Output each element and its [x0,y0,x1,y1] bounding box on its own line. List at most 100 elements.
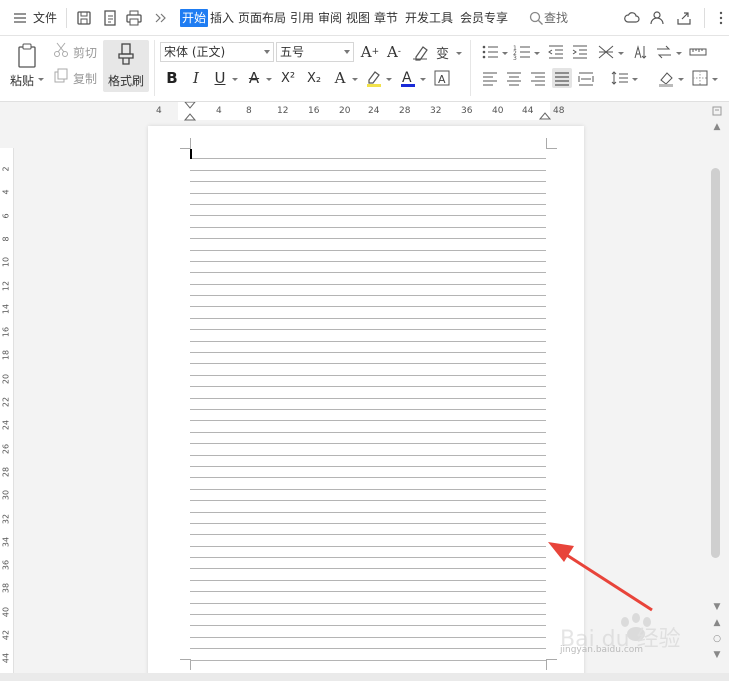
strikethrough-button[interactable]: A [244,68,264,88]
vertical-scrollbar[interactable]: ▲ ▼ ▲ ○ ▼ [709,102,729,681]
cloud-sync-icon[interactable] [622,8,642,28]
scroll-down-icon[interactable]: ▼ [712,602,722,612]
align-center-icon[interactable] [504,68,524,88]
select-browse-object-icon[interactable]: ○ [712,634,722,644]
numbered-dropdown-arrow[interactable] [534,52,540,55]
format-painter-button[interactable]: 格式刷 [103,40,149,92]
ruler-tick: 42 [1,629,11,641]
scrollbar-thumb[interactable] [711,168,720,558]
search-label[interactable]: 查找 [544,9,568,27]
tab-references[interactable]: 引用 [288,9,316,27]
tab-insert[interactable]: 插入 [208,9,236,27]
chinese-layout-icon[interactable] [596,42,616,62]
ruled-line [190,592,546,604]
bullet-list-icon[interactable] [480,42,500,62]
print-icon[interactable] [124,8,144,28]
document-page[interactable] [148,126,584,681]
shrink-font-icon[interactable]: A- [384,42,404,62]
text-direction-dropdown-arrow[interactable] [676,52,682,55]
scroll-options-icon[interactable] [712,106,722,116]
increase-indent-icon[interactable] [570,42,590,62]
horizontal-ruler[interactable]: 4 4 8 12 16 20 24 28 32 36 40 44 48 [0,102,729,122]
ruled-line [190,615,546,627]
ruler-tick: 28 [1,466,11,477]
font-color-icon[interactable]: A [398,68,418,88]
tab-ruler-icon[interactable] [688,42,708,62]
svg-text:变: 变 [436,46,449,62]
italic-button[interactable]: I [186,68,206,88]
vertical-ruler[interactable]: 2 4 6 8 10 12 14 16 18 20 22 24 26 28 30 32 34 36 38 40 42 44 [0,126,14,681]
scissors-icon[interactable] [52,41,70,59]
underline-button[interactable]: U [210,68,230,88]
chinese-layout-dropdown-arrow[interactable] [618,52,624,55]
red-arrow-annotation [548,542,653,612]
align-right-icon[interactable] [528,68,548,88]
scroll-up-icon[interactable]: ▲ [712,122,722,132]
paste-button[interactable]: 粘贴 [10,72,34,89]
text-cursor [190,149,192,159]
more-vertical-icon[interactable] [711,8,729,28]
cut-button[interactable]: 剪切 [73,44,97,61]
tab-page-layout[interactable]: 页面布局 [236,9,288,27]
phonetic-dropdown-arrow[interactable] [456,52,462,55]
more-chevron-icon[interactable] [150,8,170,28]
font-name-select[interactable]: 宋体 (正文) [160,42,274,62]
share-user-icon[interactable] [648,8,668,28]
borders-dropdown-arrow[interactable] [712,78,718,81]
borders-icon[interactable] [690,68,710,88]
phonetic-guide-icon[interactable]: 变 [434,42,454,62]
subscript-button[interactable]: X₂ [304,68,324,88]
file-menu[interactable]: 文件 [33,9,57,27]
bullet-dropdown-arrow[interactable] [502,52,508,55]
copy-icon[interactable] [52,67,70,85]
shading-icon[interactable] [656,68,676,88]
horizontal-scrollbar[interactable] [0,673,729,681]
numbered-list-icon[interactable]: 123 [512,42,532,62]
paste-dropdown-arrow[interactable] [38,78,44,81]
ruled-line [190,171,546,183]
divider [704,8,705,28]
right-indent-marker-icon[interactable] [539,108,551,120]
paste-icon[interactable] [14,42,40,70]
superscript-button[interactable]: X² [278,68,298,88]
export-pdf-icon[interactable] [100,8,120,28]
tab-view[interactable]: 视图 [344,9,372,27]
underline-dropdown-arrow[interactable] [232,78,238,81]
distribute-icon[interactable] [576,68,596,88]
tab-sections[interactable]: 章节 [372,9,400,27]
prev-page-icon[interactable]: ▲ [712,618,722,628]
highlight-icon[interactable] [364,68,384,88]
copy-button[interactable]: 复制 [73,70,97,87]
grow-font-icon[interactable]: A + [360,42,380,62]
save-icon[interactable] [74,8,94,28]
tab-member[interactable]: 会员专享 [458,9,510,27]
align-left-icon[interactable] [480,68,500,88]
line-spacing-icon[interactable] [610,68,630,88]
ruled-line [190,319,546,331]
ruled-line [190,649,546,661]
bold-button[interactable]: B [162,68,182,88]
decrease-indent-icon[interactable] [546,42,566,62]
search-icon[interactable] [526,8,546,28]
tab-home[interactable]: 开始 [180,9,209,27]
upload-share-icon[interactable] [674,8,694,28]
text-effect-icon[interactable]: A [330,68,350,88]
text-direction-icon[interactable] [654,42,674,62]
next-page-icon[interactable]: ▼ [712,650,722,660]
clear-format-icon[interactable] [410,42,430,62]
text-effect-dropdown-arrow[interactable] [352,78,358,81]
indent-marker-icon[interactable] [184,102,196,122]
highlight-dropdown-arrow[interactable] [386,78,392,81]
font-color-dropdown-arrow[interactable] [420,78,426,81]
justify-icon[interactable] [552,68,572,88]
ruler-tick: 28 [399,106,411,116]
font-size-select[interactable]: 五号 [276,42,354,62]
strike-dropdown-arrow[interactable] [266,78,272,81]
tab-review[interactable]: 审阅 [316,9,344,27]
hamburger-menu-icon[interactable] [10,8,30,28]
line-spacing-dropdown-arrow[interactable] [632,78,638,81]
tab-developer[interactable]: 开发工具 [403,9,455,27]
shading-dropdown-arrow[interactable] [678,78,684,81]
sort-icon[interactable] [630,42,650,62]
char-border-icon[interactable]: A [432,68,452,88]
